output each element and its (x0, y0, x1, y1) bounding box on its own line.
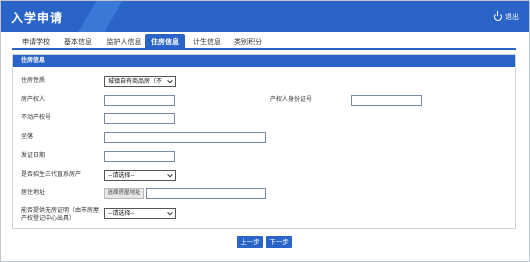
issue-date-label: 发证日期 (21, 152, 46, 159)
direct-relative-label: 是否招生三代直系房产 (21, 171, 82, 178)
tab-housing-info[interactable]: 住房信息 (145, 34, 185, 50)
select-address-button[interactable]: 选择房屋地址 (104, 188, 144, 199)
issue-date-input[interactable] (104, 151, 175, 162)
location-label: 坐落 (21, 133, 34, 140)
tab-bar: 申请学校 基本信息 监护人信息 住房信息 计生信息 类别积分 (12, 34, 516, 50)
chevron-down-icon (167, 211, 173, 216)
direct-relative-select[interactable]: --请选择-- (104, 170, 176, 181)
owner-id-label: 产权人身份证号 (270, 96, 313, 103)
chevron-down-icon (167, 173, 173, 178)
housing-type-label: 住房性质 (21, 77, 46, 84)
owner-id-input[interactable] (351, 95, 422, 106)
power-icon (494, 11, 502, 21)
owner-input[interactable] (104, 95, 175, 106)
owner-label: 房产权人 (21, 96, 46, 103)
no-house-cert-value: --请选择-- (108, 210, 135, 217)
page-header: 入学申请 退出 (1, 1, 529, 32)
direct-relative-value: --请选择-- (108, 172, 135, 179)
cert-no-input[interactable] (104, 113, 175, 124)
housing-info-panel: 住房信息 住房性质 城镇自有商品房（不 房产权人 产权人身份证号 不动产权号 坐… (12, 54, 516, 229)
next-button[interactable]: 下一步 (266, 236, 292, 248)
tab-family-planning[interactable]: 计生信息 (187, 34, 227, 50)
tab-apply-school[interactable]: 申请学校 (14, 34, 58, 50)
prev-button[interactable]: 上一步 (237, 236, 263, 248)
tab-guardian-info[interactable]: 监护人信息 (100, 34, 148, 50)
chevron-down-icon (167, 79, 173, 84)
address-label: 居住地址 (21, 189, 46, 196)
exit-button[interactable]: 退出 (494, 11, 519, 22)
no-house-cert-label: 能否提供无房证明（由市房屋产权登记中心出具） (21, 207, 100, 222)
tab-basic-info[interactable]: 基本信息 (58, 34, 98, 50)
cert-no-label: 不动产权号 (21, 114, 52, 121)
housing-type-select[interactable]: 城镇自有商品房（不 (104, 76, 176, 87)
section-title: 住房信息 (13, 55, 515, 67)
exit-label: 退出 (505, 13, 519, 21)
no-house-cert-select[interactable]: --请选择-- (104, 208, 176, 219)
address-input[interactable] (146, 188, 266, 199)
page-title: 入学申请 (11, 11, 64, 25)
location-input[interactable] (104, 132, 266, 143)
header-decoration (71, 1, 129, 32)
tab-category-points[interactable]: 类别积分 (228, 34, 268, 50)
housing-type-value: 城镇自有商品房（不 (108, 78, 163, 85)
